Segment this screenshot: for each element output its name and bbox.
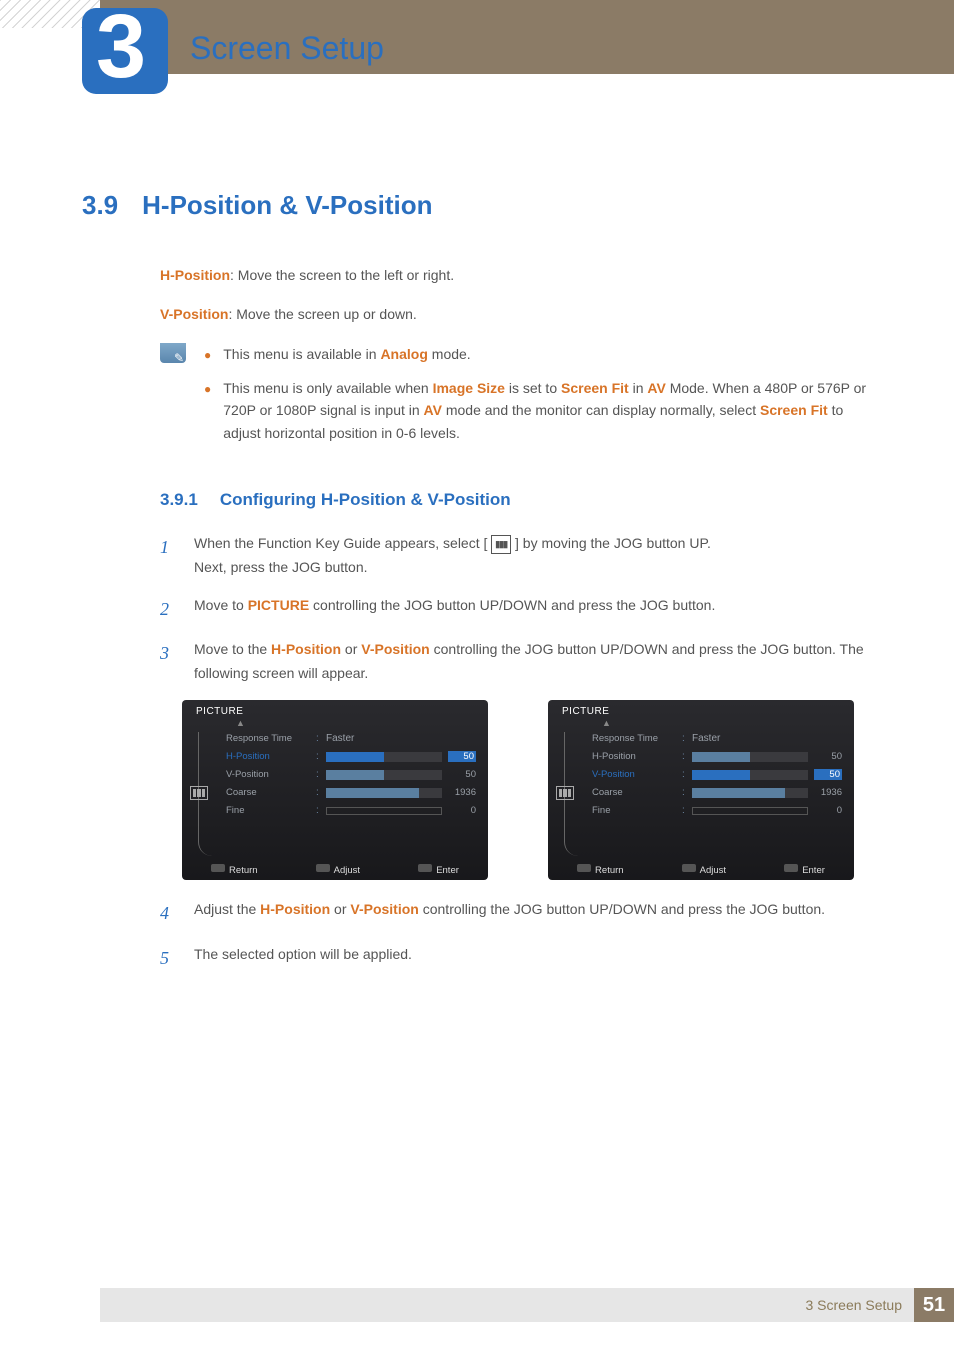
subsection-heading: 3.9.1 Configuring H-Position & V-Positio… xyxy=(160,490,882,510)
bullet-icon: ● xyxy=(204,343,211,367)
vposition-label: V-Position xyxy=(160,306,228,322)
section-heading: 3.9 H-Position & V-Position xyxy=(82,190,882,221)
note-bullet-2: ● This menu is only available when Image… xyxy=(204,377,880,444)
step-2: 2 Move to PICTURE controlling the JOG bu… xyxy=(160,594,880,625)
chapter-title: Screen Setup xyxy=(190,30,384,67)
osd-panel-vposition: PICTURE ▲ Response Time:Faster H-Positio… xyxy=(548,700,854,880)
osd-return: Return xyxy=(577,864,624,876)
osd-footer: Return Adjust Enter xyxy=(548,864,854,876)
osd-item-response-time: Response Time:Faster xyxy=(592,730,842,748)
picture-icon xyxy=(556,786,574,800)
step-number: 4 xyxy=(160,898,176,929)
up-arrow-icon: ▲ xyxy=(602,718,611,728)
osd-return: Return xyxy=(211,864,258,876)
note-block: ● This menu is available in Analog mode.… xyxy=(160,343,880,454)
step-4: 4 Adjust the H-Position or V-Position co… xyxy=(160,898,880,929)
page-number: 51 xyxy=(914,1288,954,1322)
osd-item-hposition: H-Position:50 xyxy=(592,748,842,766)
picture-icon xyxy=(190,786,208,800)
note-bullet-1: ● This menu is available in Analog mode. xyxy=(204,343,880,367)
osd-item-fine: Fine:0 xyxy=(592,802,842,820)
osd-adjust: Adjust xyxy=(682,864,726,876)
section-number: 3.9 xyxy=(82,190,118,221)
osd-item-hposition: H-Position:50 xyxy=(226,748,476,766)
hposition-description: H-Position: Move the screen to the left … xyxy=(160,265,880,286)
osd-title: PICTURE xyxy=(196,706,243,717)
osd-adjust: Adjust xyxy=(316,864,360,876)
osd-item-fine: Fine:0 xyxy=(226,802,476,820)
note-icon xyxy=(160,343,186,363)
osd-enter: Enter xyxy=(784,864,825,876)
vposition-description: V-Position: Move the screen up or down. xyxy=(160,304,880,325)
menu-icon: ▮▮▮ xyxy=(491,535,511,554)
osd-item-vposition: V-Position:50 xyxy=(592,766,842,784)
step-number: 3 xyxy=(160,638,176,686)
osd-item-coarse: Coarse:1936 xyxy=(592,784,842,802)
bullet-icon: ● xyxy=(204,377,211,444)
osd-panel-hposition: PICTURE ▲ Response Time:Faster H-Positio… xyxy=(182,700,488,880)
subsection-number: 3.9.1 xyxy=(160,490,198,510)
footer-text: 3 Screen Setup xyxy=(805,1297,902,1313)
step-number: 2 xyxy=(160,594,176,625)
section-title: H-Position & V-Position xyxy=(142,190,432,221)
osd-footer: Return Adjust Enter xyxy=(182,864,488,876)
chapter-number: 3 xyxy=(96,0,146,99)
osd-item-vposition: V-Position:50 xyxy=(226,766,476,784)
step-number: 1 xyxy=(160,532,176,580)
hposition-label: H-Position xyxy=(160,267,230,283)
osd-enter: Enter xyxy=(418,864,459,876)
page-footer: 3 Screen Setup 51 xyxy=(100,1288,954,1322)
step-5: 5 The selected option will be applied. xyxy=(160,943,880,974)
step-1: 1 When the Function Key Guide appears, s… xyxy=(160,532,880,580)
up-arrow-icon: ▲ xyxy=(236,718,245,728)
step-number: 5 xyxy=(160,943,176,974)
subsection-title: Configuring H-Position & V-Position xyxy=(220,490,511,510)
osd-item-response-time: Response Time:Faster xyxy=(226,730,476,748)
osd-title: PICTURE xyxy=(562,706,609,717)
step-3: 3 Move to the H-Position or V-Position c… xyxy=(160,638,880,686)
osd-item-coarse: Coarse:1936 xyxy=(226,784,476,802)
